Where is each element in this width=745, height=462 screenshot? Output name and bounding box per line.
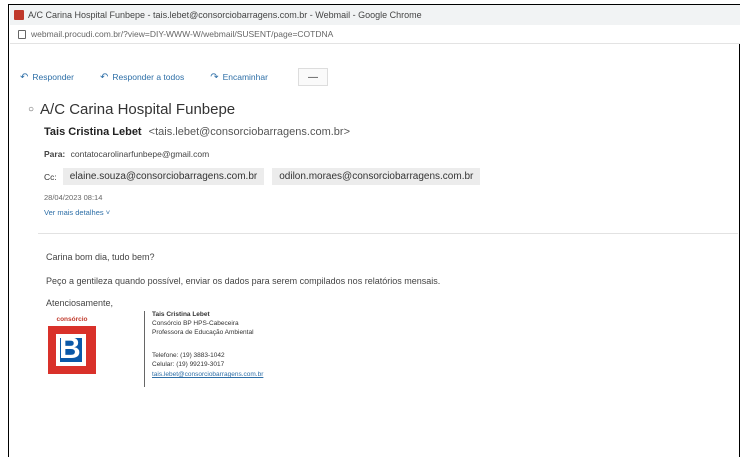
- subject-text: A/C Carina Hospital Funbepe: [40, 101, 236, 118]
- message-toolbar: ↶ Responder ↶ Responder a todos ↷ Encami…: [20, 68, 328, 86]
- company-logo: consórcio B: [45, 316, 99, 376]
- select-message-icon[interactable]: ○: [28, 104, 34, 115]
- forward-icon: ↷: [210, 71, 219, 83]
- more-actions-button[interactable]: —: [297, 68, 328, 86]
- to-recipient[interactable]: contatocarolinarfunbepe@gmail.com: [71, 149, 210, 159]
- mail-app-icon: [14, 10, 24, 20]
- cc-row: Cc: elaine.souza@consorciobarragens.com.…: [44, 168, 488, 185]
- address-bar[interactable]: webmail.procudi.com.br/?view=DIY-WWW-W/w…: [10, 25, 740, 44]
- more-details-label: Ver mais detalhes: [44, 208, 104, 217]
- sender-name[interactable]: Tais Cristina Lebet: [44, 126, 142, 138]
- to-label: Para:: [44, 149, 66, 159]
- body-message: Peço a gentileza quando possível, enviar…: [46, 276, 441, 286]
- signature-company: Consórcio BP HPS-Cabeceira: [152, 320, 239, 327]
- signature-name: Tais Cristina Lebet: [152, 311, 210, 318]
- body-greeting: Carina bom dia, tudo bem?: [46, 252, 155, 262]
- lock-icon: [18, 29, 26, 39]
- url-text[interactable]: webmail.procudi.com.br/?view=DIY-WWW-W/w…: [31, 29, 333, 39]
- reply-button[interactable]: ↶ Responder: [20, 72, 74, 83]
- signature-phone: Telefone: (19) 3883-1042: [152, 352, 225, 359]
- cc-recipient-chip[interactable]: elaine.souza@consorciobarragens.com.br: [62, 168, 265, 185]
- more-actions-label: —: [307, 71, 318, 83]
- sender: Tais Cristina Lebet <tais.lebet@consorci…: [44, 126, 350, 138]
- to-row: Para: contatocarolinarfunbepe@gmail.com: [44, 149, 209, 159]
- cc-recipient-chip[interactable]: odilon.moraes@consorciobarragens.com.br: [272, 168, 481, 185]
- signature-cell: Celular: (19) 99219-3017: [152, 361, 225, 368]
- header-divider: [38, 233, 738, 234]
- cc-label: Cc:: [44, 171, 57, 182]
- reply-all-icon: ↶: [99, 71, 109, 83]
- sender-email[interactable]: <tais.lebet@consorciobarragens.com.br>: [149, 126, 350, 138]
- reply-label: Responder: [32, 72, 74, 82]
- body-closing: Atenciosamente,: [46, 298, 114, 308]
- signature-role: Professora de Educação Ambiental: [152, 329, 254, 336]
- logo-text: consórcio: [56, 316, 88, 323]
- signature-divider: [144, 311, 145, 387]
- chevron-down-icon: ˅: [105, 208, 111, 217]
- signature-email-link[interactable]: tais.lebet@consorciobarragens.com.br: [152, 371, 263, 378]
- reply-all-button[interactable]: ↶ Responder a todos: [100, 72, 184, 83]
- message-date: 28/04/2023 08:14: [44, 193, 103, 202]
- message-subject: ○ A/C Carina Hospital Funbepe: [28, 101, 235, 118]
- logo-mark: B: [48, 326, 96, 374]
- reply-all-label: Responder a todos: [112, 72, 185, 82]
- window-title: A/C Carina Hospital Funbepe - tais.lebet…: [28, 10, 422, 20]
- forward-button[interactable]: ↷ Encaminhar: [210, 72, 268, 83]
- more-details-link[interactable]: Ver mais detalhes ˅: [44, 208, 110, 217]
- browser-titlebar: A/C Carina Hospital Funbepe - tais.lebet…: [10, 5, 740, 25]
- forward-label: Encaminhar: [222, 72, 268, 82]
- reply-icon: ↶: [20, 71, 29, 83]
